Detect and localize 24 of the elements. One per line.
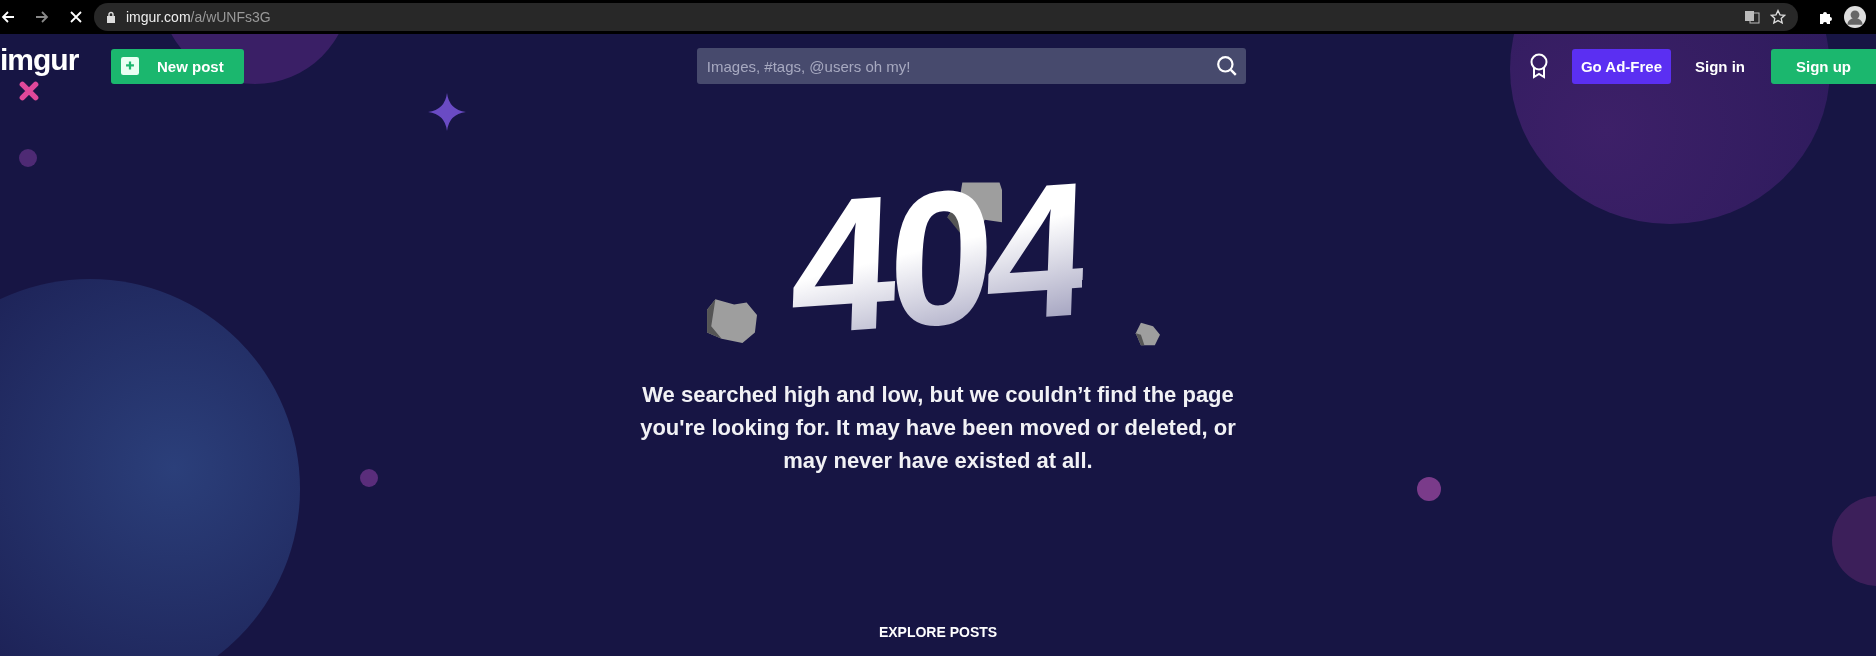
planet-decoration	[360, 469, 378, 487]
go-ad-free-button[interactable]: Go Ad-Free	[1571, 48, 1671, 84]
planet-decoration	[19, 149, 37, 167]
address-bar[interactable]: imgur.com/a/wUNFs3G	[94, 3, 1798, 31]
rock-icon	[1134, 321, 1160, 347]
explore-posts-link[interactable]: EXPLORE POSTS	[878, 624, 998, 640]
search-field[interactable]: Images, #tags, @users oh my!	[696, 48, 1246, 84]
forward-icon[interactable]	[34, 9, 50, 25]
logo[interactable]: imgur	[0, 43, 79, 77]
avatar-icon[interactable]	[1844, 6, 1866, 28]
lock-icon	[106, 11, 116, 23]
translate-icon[interactable]	[1744, 9, 1760, 25]
back-icon[interactable]	[0, 9, 16, 25]
award-icon[interactable]	[1528, 53, 1549, 79]
sign-in-link[interactable]: Sign in	[1695, 57, 1745, 75]
url-text: imgur.com/a/wUNFs3G	[126, 9, 271, 25]
error-message: We searched high and low, but we couldn’t find the page you're looking for. It may have been moved or deleted, or may never have existed at all.	[639, 381, 1237, 475]
search-icon[interactable]	[1215, 55, 1238, 77]
star-icon[interactable]	[1770, 9, 1786, 25]
plus-icon	[121, 57, 139, 75]
puzzle-icon[interactable]	[1818, 9, 1834, 25]
stop-icon[interactable]	[68, 9, 84, 25]
planet-decoration	[1417, 477, 1441, 501]
cross-icon	[18, 80, 40, 102]
